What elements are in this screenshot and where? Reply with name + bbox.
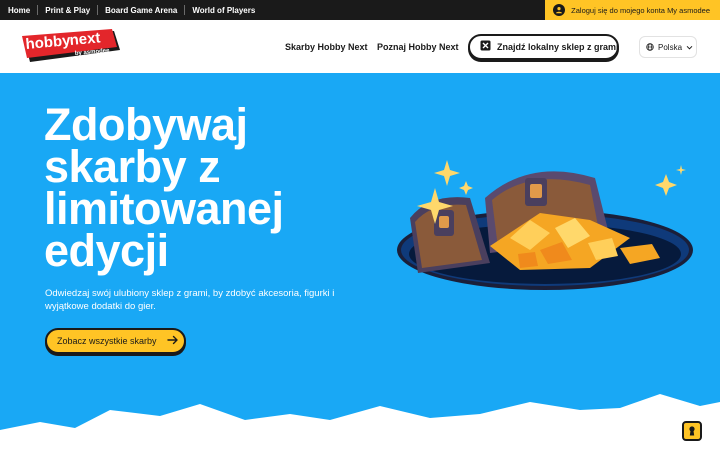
find-store-button[interactable]: Znajdź lokalny sklep z grami	[468, 34, 619, 60]
see-all-treasures-button[interactable]: Zobacz wszystkie skarby	[45, 328, 186, 354]
login-label: Zaloguj się do mojego konta My asmodee	[571, 5, 710, 15]
user-icon	[553, 4, 566, 16]
map-icon	[480, 38, 491, 56]
main-nav-1: Skarby Hobby Next	[285, 20, 368, 73]
globe-icon	[646, 38, 654, 56]
divider	[184, 5, 186, 15]
divider	[37, 5, 39, 15]
chevron-down-icon	[686, 38, 693, 56]
site-header: hobby next by asmodee Skarby Hobby Next …	[0, 20, 720, 73]
top-nav: Home Print & Play Board Game Arena World…	[0, 0, 255, 20]
top-utility-bar: Home Print & Play Board Game Arena World…	[0, 0, 720, 20]
cta-label: Zobacz wszystkie skarby	[57, 336, 157, 346]
snow-border	[0, 394, 720, 450]
hero-title: Zdobywaj skarby z limitowanej edycji	[44, 99, 284, 276]
top-link-board-game-arena[interactable]: Board Game Arena	[105, 6, 177, 15]
nav-poznaj-hobby-next[interactable]: Poznaj Hobby Next	[377, 42, 459, 52]
top-link-world-of-players[interactable]: World of Players	[192, 6, 255, 15]
top-link-home[interactable]: Home	[8, 6, 30, 15]
country-label: Polska	[658, 42, 683, 52]
hobby-next-logo[interactable]: hobby next by asmodee	[20, 28, 122, 64]
login-button[interactable]: Zaloguj się do mojego konta My asmodee	[545, 0, 720, 20]
hero-section: Zdobywaj skarby z limitowanej edycji Odw…	[0, 73, 720, 450]
find-store-label: Znajdź lokalny sklep z grami	[497, 42, 619, 52]
svg-text:next: next	[69, 29, 101, 49]
nav-skarby-hobby-next[interactable]: Skarby Hobby Next	[285, 42, 368, 52]
main-nav-2: Poznaj Hobby Next	[377, 20, 459, 73]
divider	[97, 5, 99, 15]
treasure-chests-illustration	[390, 158, 700, 293]
top-link-print-play[interactable]: Print & Play	[45, 6, 90, 15]
country-selector[interactable]: Polska	[639, 36, 697, 58]
keyhole-icon[interactable]	[682, 421, 702, 441]
hero-subtitle: Odwiedzaj swój ulubiony sklep z grami, b…	[45, 288, 335, 312]
arrow-right-icon	[166, 332, 179, 350]
